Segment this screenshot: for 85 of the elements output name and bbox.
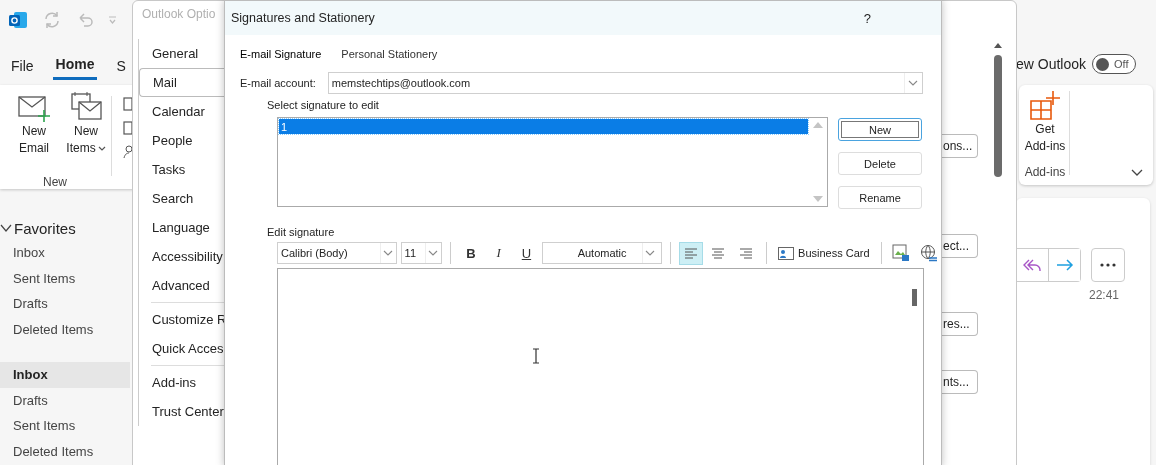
dialog-button[interactable]: New [838,118,922,141]
document-icon [123,97,133,111]
dialog-button[interactable]: Delete [838,152,922,175]
folder-group-label[interactable]: Favorites [14,219,76,237]
nav-item[interactable]: Search [139,184,225,213]
sync-icon[interactable] [42,10,62,30]
dialog-tab[interactable]: E-mail Signature [240,47,322,61]
folder-item[interactable]: Inbox [0,240,130,266]
nav-item[interactable]: Tasks [139,155,225,184]
add-ins-icon [1029,89,1061,121]
app-logo-icon[interactable] [8,10,28,30]
signature-item[interactable]: 1 [279,119,808,134]
globe-link-icon [920,244,939,262]
calendar-envelope-icon [69,91,103,123]
toggle-switch[interactable]: Off [1092,54,1137,74]
new-email-button[interactable]: New Email [10,91,58,161]
dialog-button[interactable]: Rename [838,186,922,209]
section-label: Edit signature [267,226,336,238]
section-label: Select signature to edit [267,99,380,111]
font-dropdown[interactable]: Calibri (Body) [277,242,397,264]
chevron-down-icon[interactable] [1131,169,1143,177]
undo-icon[interactable] [76,11,94,29]
group-label: New [42,175,68,189]
picture-icon [892,244,911,262]
italic-button[interactable]: I [486,242,511,264]
reply-all-icon [1022,257,1042,273]
nav-item[interactable]: Advanced [139,271,225,300]
folder-item[interactable]: Drafts [0,291,130,317]
forward-icon [1054,257,1075,273]
nav-item[interactable]: Accessibility [139,242,225,271]
align-right-icon [739,247,754,259]
document-icon [123,121,133,135]
folder-item[interactable]: Sent Items [0,265,130,291]
nav-item[interactable]: Calendar [139,97,225,126]
nav-item[interactable]: General [139,39,225,68]
message-time: 22:41 [1089,288,1121,302]
dialog-tab[interactable]: Personal Stationery [341,47,438,61]
folder-item[interactable]: Drafts [0,387,130,413]
group-label: Add-ins [1024,165,1066,179]
business-card-button[interactable]: Business Card [775,246,873,260]
nav-item[interactable]: Add-ins [139,368,225,397]
ribbon-tab[interactable]: Home [52,54,98,80]
scrollbar-thumb[interactable] [912,289,917,306]
align-left-icon [683,247,698,259]
new-outlook-label: ew Outlook [1016,56,1087,72]
account-dropdown[interactable]: memstechtips@outlook.com [327,72,923,94]
signature-list[interactable]: 1 [277,117,828,207]
chevron-down-icon[interactable] [0,224,12,232]
dropdown-icon[interactable] [108,16,117,24]
forward-button[interactable] [1048,249,1080,281]
window-title: Outlook Optio [142,7,216,21]
person-icon [123,145,133,159]
nav-item[interactable]: Trust Center [139,397,225,426]
scroll-up-icon[interactable] [813,122,823,128]
options-button[interactable]: nts... [942,370,978,394]
align-center-icon [711,247,726,259]
folder-item[interactable]: Inbox [0,362,130,388]
font-size-dropdown[interactable]: 11 [400,242,443,264]
caret-icon [97,146,106,152]
help-button[interactable]: ? [863,10,871,26]
ribbon-tab[interactable]: File [8,54,37,80]
more-button[interactable] [1091,248,1125,282]
folder-item[interactable]: Sent Items [0,413,130,439]
new-items-button[interactable]: New Items [62,91,110,161]
color-dropdown[interactable]: Automatic [542,242,662,264]
align-left-button[interactable] [678,241,703,265]
options-button[interactable]: ons... [942,134,978,158]
options-button[interactable]: ect... [942,234,978,258]
scroll-down-icon[interactable] [813,196,823,202]
more-icon [1100,263,1116,267]
text-cursor-icon [532,348,540,364]
bold-button[interactable]: B [459,242,483,264]
ribbon-tab[interactable]: S [113,54,129,80]
nav-item[interactable]: People [139,126,225,155]
contact-card-icon [778,246,795,260]
nav-item[interactable]: Mail [139,68,225,97]
underline-button[interactable]: U [514,242,539,264]
nav-item[interactable]: Quick Acces [139,334,225,363]
nav-item[interactable]: Language [139,213,225,242]
folder-item[interactable]: Deleted Items [0,438,130,464]
field-label: E-mail account: [240,77,316,89]
get-add-ins-button[interactable]: Get Add-ins [1022,89,1068,155]
folder-item[interactable]: Deleted Items [0,316,130,342]
dialog-title: Signatures and Stationery [231,11,375,25]
options-button[interactable]: res... [942,312,978,336]
